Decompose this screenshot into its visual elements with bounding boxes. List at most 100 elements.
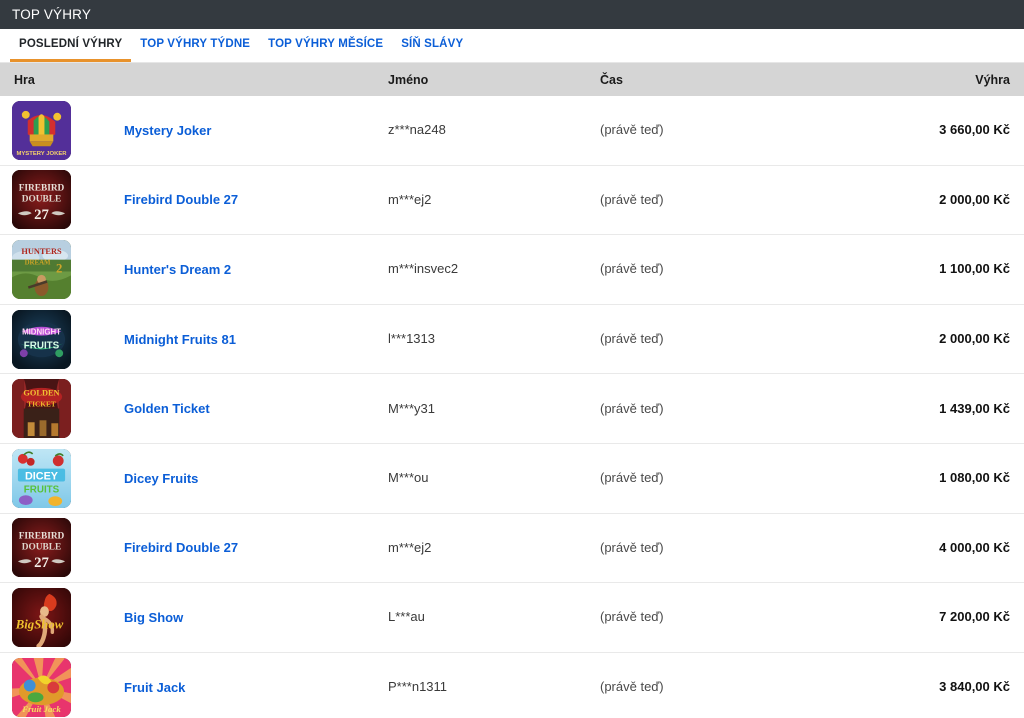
tab-top-vyhry-mesice[interactable]: TOP VÝHRY MĚSÍCE xyxy=(259,29,392,62)
game-link[interactable]: Mystery Joker xyxy=(124,123,211,138)
cell-time: (právě teď) xyxy=(600,330,892,348)
midnight-fruits-81-thumbnail[interactable]: MIDNIGHT FRUITS xyxy=(12,309,71,369)
cell-win-amount: 1 439,00 Kč xyxy=(892,400,1024,418)
firebird-double-27-thumbnail[interactable]: FIREBIRD DOUBLE 27 xyxy=(12,170,71,230)
win-amount: 3 660,00 Kč xyxy=(939,122,1010,138)
big-show-thumbnail[interactable]: BigShow xyxy=(12,587,71,647)
player-name: M***y31 xyxy=(388,400,435,416)
table-row[interactable]: BigShow Big Show L***au (právě teď) 7 200,00… xyxy=(0,583,1024,653)
cell-time: (právě teď) xyxy=(600,608,892,626)
svg-text:DOUBLE: DOUBLE xyxy=(22,195,61,205)
svg-text:FRUITS: FRUITS xyxy=(24,340,60,351)
tab-sin-slavy[interactable]: SÍŇ SLÁVY xyxy=(392,29,472,62)
svg-text:DICEY: DICEY xyxy=(25,470,59,482)
player-name: m***insvec2 xyxy=(388,261,459,277)
cell-time: (právě teď) xyxy=(600,469,892,487)
win-time: (právě teď) xyxy=(600,122,664,138)
tab-label: POSLEDNÍ VÝHRY xyxy=(19,38,123,50)
mystery-joker-thumbnail[interactable]: MYSTERY JOKER xyxy=(12,100,71,160)
cell-time: (právě teď) xyxy=(600,191,892,209)
cell-win-amount: 2 000,00 Kč xyxy=(892,330,1024,348)
dicey-fruits-thumbnail[interactable]: DICEY FRUITS xyxy=(12,448,71,508)
win-amount: 1 439,00 Kč xyxy=(939,400,1010,416)
game-link[interactable]: Golden Ticket xyxy=(124,401,210,416)
svg-text:27: 27 xyxy=(34,208,49,224)
cell-time: (právě teď) xyxy=(600,678,892,696)
win-time: (právě teď) xyxy=(600,191,664,207)
win-time: (právě teď) xyxy=(600,609,664,625)
cell-player-name: M***ou xyxy=(388,469,600,487)
table-row[interactable]: DICEY FRUITS Dicey Fruits M***ou (právě te… xyxy=(0,443,1024,514)
win-time: (právě teď) xyxy=(600,539,664,555)
player-name: M***ou xyxy=(388,470,429,486)
svg-text:BigShow: BigShow xyxy=(15,617,64,631)
cell-game: FIREBIRD DOUBLE 27 Firebird Double 27 xyxy=(0,170,388,230)
table-row[interactable]: FIREBIRD DOUBLE 27 Firebird Double 27 m***… xyxy=(0,165,1024,236)
tab-bar: POSLEDNÍ VÝHRY TOP VÝHRY TÝDNE TOP VÝHRY… xyxy=(0,29,1024,63)
golden-ticket-thumbnail[interactable]: GOLDEN TICKET xyxy=(12,379,71,439)
game-link[interactable]: Fruit Jack xyxy=(124,680,185,695)
svg-text:HUNTERS: HUNTERS xyxy=(21,247,62,256)
tab-top-vyhry-tydne[interactable]: TOP VÝHRY TÝDNE xyxy=(131,29,259,62)
game-link[interactable]: Firebird Double 27 xyxy=(124,192,238,207)
win-time: (právě teď) xyxy=(600,261,664,277)
svg-text:MYSTERY JOKER: MYSTERY JOKER xyxy=(16,151,67,157)
win-time: (právě teď) xyxy=(600,470,664,486)
game-link[interactable]: Big Show xyxy=(124,610,183,625)
svg-text:27: 27 xyxy=(34,556,49,572)
svg-text:GOLDEN: GOLDEN xyxy=(23,389,59,398)
tab-label: SÍŇ SLÁVY xyxy=(401,38,464,50)
column-header-time: Čas xyxy=(600,72,623,87)
column-header-win: Výhra xyxy=(975,72,1010,87)
cell-player-name: m***insvec2 xyxy=(388,260,600,278)
svg-text:Fruit Jack: Fruit Jack xyxy=(21,704,61,714)
game-link[interactable]: Dicey Fruits xyxy=(124,471,198,486)
table-row[interactable]: MIDNIGHT FRUITS Midnight Fruits 81 l***13… xyxy=(0,304,1024,375)
window-title-bar: TOP VÝHRY xyxy=(0,0,1024,29)
cell-player-name: l***1313 xyxy=(388,330,600,348)
win-amount: 3 840,00 Kč xyxy=(939,679,1010,695)
cell-time: (právě teď) xyxy=(600,539,892,557)
table-row[interactable]: GOLDEN TICKET Golden Ticket M***y31 (právě… xyxy=(0,374,1024,444)
cell-player-name: m***ej2 xyxy=(388,539,600,557)
win-time: (právě teď) xyxy=(600,679,664,695)
svg-text:2: 2 xyxy=(56,261,62,275)
win-amount: 1 080,00 Kč xyxy=(939,470,1010,486)
cell-win-amount: 3 660,00 Kč xyxy=(892,121,1024,139)
tab-posledni-vyhry[interactable]: POSLEDNÍ VÝHRY xyxy=(10,29,132,62)
hunters-dream-2-thumbnail[interactable]: HUNTERS DREAM 2 xyxy=(12,239,71,299)
svg-text:FIREBIRD: FIREBIRD xyxy=(19,532,65,542)
win-time: (právě teď) xyxy=(600,400,664,416)
player-name: m***ej2 xyxy=(388,539,432,555)
player-name: l***1313 xyxy=(388,331,435,347)
table-row[interactable]: Fruit Jack Fruit Jack P***n1311 (právě teď)… xyxy=(0,652,1024,718)
game-link[interactable]: Hunter's Dream 2 xyxy=(124,262,231,277)
cell-win-amount: 7 200,00 Kč xyxy=(892,608,1024,626)
svg-text:TICKET: TICKET xyxy=(27,400,56,409)
cell-player-name: P***n1311 xyxy=(388,678,600,696)
player-name: z***na248 xyxy=(388,122,446,138)
game-link[interactable]: Midnight Fruits 81 xyxy=(124,332,236,347)
player-name: m***ej2 xyxy=(388,191,432,207)
player-name: L***au xyxy=(388,609,425,625)
cell-game: Fruit Jack Fruit Jack xyxy=(0,657,388,717)
cell-time: (právě teď) xyxy=(600,260,892,278)
table-row[interactable]: FIREBIRD DOUBLE 27 Firebird Double 27 m***… xyxy=(0,513,1024,584)
cell-game: BigShow Big Show xyxy=(0,587,388,647)
cell-game: GOLDEN TICKET Golden Ticket xyxy=(0,379,388,439)
firebird-double-27-thumbnail[interactable]: FIREBIRD DOUBLE 27 xyxy=(12,518,71,578)
win-amount: 1 100,00 Kč xyxy=(939,261,1010,277)
fruit-jack-thumbnail[interactable]: Fruit Jack xyxy=(12,657,71,717)
page-title: TOP VÝHRY xyxy=(12,7,92,22)
table-row[interactable]: HUNTERS DREAM 2 Hunter's Dream 2 m***insv… xyxy=(0,235,1024,305)
win-amount: 2 000,00 Kč xyxy=(939,331,1010,347)
cell-player-name: m***ej2 xyxy=(388,191,600,209)
svg-text:MIDNIGHT: MIDNIGHT xyxy=(22,327,61,336)
cell-time: (právě teď) xyxy=(600,400,892,418)
player-name: P***n1311 xyxy=(388,679,448,695)
cell-game: MYSTERY JOKER Mystery Joker xyxy=(0,100,388,160)
table-row[interactable]: MYSTERY JOKER Mystery Joker z***na248 (práv… xyxy=(0,96,1024,166)
win-amount: 7 200,00 Kč xyxy=(939,609,1010,625)
game-link[interactable]: Firebird Double 27 xyxy=(124,540,238,555)
cell-game: FIREBIRD DOUBLE 27 Firebird Double 27 xyxy=(0,518,388,578)
